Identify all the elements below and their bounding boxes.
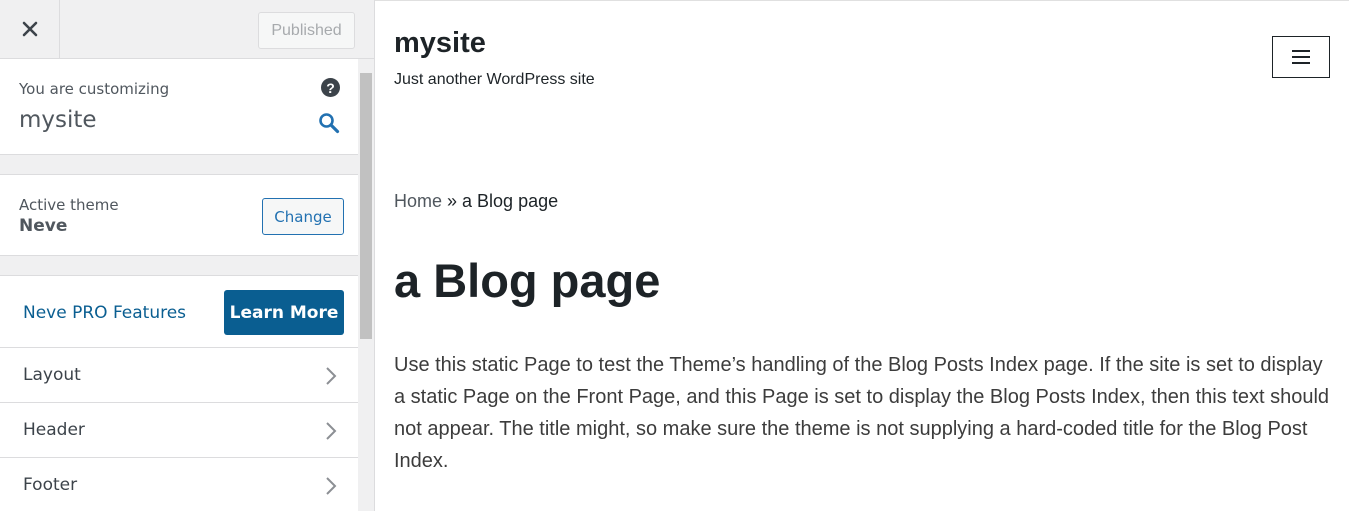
page-body-text: Use this static Page to test the Theme’s… bbox=[394, 354, 1330, 472]
breadcrumb-separator: » bbox=[442, 191, 463, 211]
active-theme-label: Active theme bbox=[19, 196, 119, 214]
customizer-panel: You are customizing mysite ? Active them… bbox=[0, 59, 358, 511]
mobile-menu-button[interactable] bbox=[1272, 36, 1330, 78]
close-button[interactable] bbox=[0, 0, 60, 58]
active-theme-name: Neve bbox=[19, 216, 68, 236]
customizing-site-name: mysite bbox=[19, 107, 97, 133]
breadcrumb-current: a Blog page bbox=[462, 191, 559, 211]
menu-item-label: Footer bbox=[23, 475, 78, 495]
menu-item-header[interactable]: Header bbox=[0, 403, 358, 458]
site-preview: mysite Just another WordPress site Home … bbox=[375, 0, 1349, 511]
close-icon bbox=[22, 21, 37, 37]
site-tagline: Just another WordPress site bbox=[394, 71, 595, 88]
customizer-header: Published bbox=[0, 0, 374, 59]
chevron-right-icon bbox=[326, 422, 337, 440]
scrollbar-thumb[interactable] bbox=[360, 73, 372, 339]
chevron-right-icon bbox=[326, 477, 337, 495]
customizer-menu: Neve PRO Features Learn More Layout Head… bbox=[0, 275, 358, 511]
hamburger-menu-icon bbox=[1292, 50, 1310, 64]
menu-item-footer[interactable]: Footer bbox=[0, 458, 358, 511]
menu-item-layout[interactable]: Layout bbox=[0, 348, 358, 403]
active-theme-section: Active theme Neve Change bbox=[0, 174, 358, 256]
neve-pro-row: Neve PRO Features Learn More bbox=[0, 276, 358, 348]
breadcrumb: Home » a Blog page bbox=[394, 191, 558, 212]
search-icon[interactable] bbox=[318, 112, 340, 134]
change-theme-button[interactable]: Change bbox=[262, 198, 344, 235]
customize-info: You are customizing mysite ? bbox=[0, 59, 358, 155]
site-title[interactable]: mysite bbox=[394, 27, 486, 60]
learn-more-button[interactable]: Learn More bbox=[224, 290, 344, 335]
page-title: a Blog page bbox=[394, 254, 661, 307]
help-icon[interactable]: ? bbox=[321, 78, 340, 97]
sidebar-scrollbar[interactable] bbox=[358, 59, 374, 511]
customizing-label: You are customizing bbox=[19, 80, 170, 98]
menu-item-label: Layout bbox=[23, 365, 81, 385]
neve-pro-label: Neve PRO Features bbox=[23, 303, 187, 323]
menu-item-label: Header bbox=[23, 420, 85, 440]
chevron-right-icon bbox=[326, 367, 337, 385]
breadcrumb-home-link[interactable]: Home bbox=[394, 191, 442, 211]
customizer-sidebar: Published You are customizing mysite ? A… bbox=[0, 0, 375, 511]
published-button[interactable]: Published bbox=[258, 12, 355, 49]
